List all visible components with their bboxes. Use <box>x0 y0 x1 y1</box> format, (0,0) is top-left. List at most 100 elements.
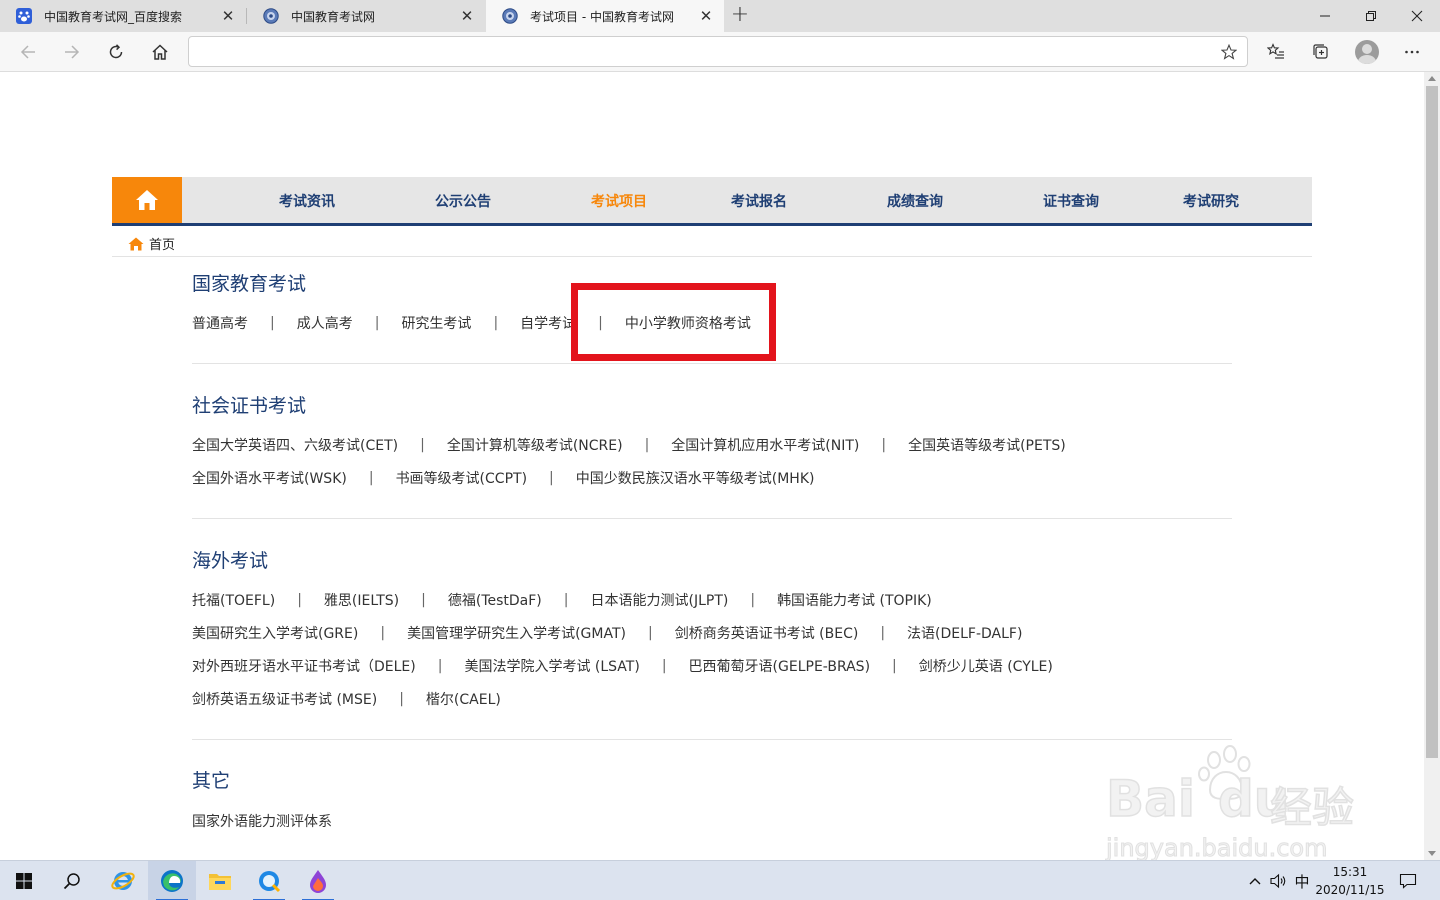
tab-exam-projects[interactable]: 考试项目 - 中国教育考试网 ✕ <box>486 0 724 32</box>
exam-link[interactable]: 书画等级考试(CCPT) <box>396 468 527 488</box>
close-tab-icon[interactable]: ✕ <box>220 8 236 24</box>
notification-center-icon[interactable] <box>1392 861 1424 900</box>
start-icon[interactable] <box>0 861 48 900</box>
add-favorite-star-icon[interactable] <box>1219 42 1239 62</box>
exam-link[interactable]: 日本语能力测试(JLPT) <box>590 590 728 610</box>
exam-link[interactable]: 美国管理学研究生入学考试(GMAT) <box>407 623 626 643</box>
edge-icon[interactable] <box>148 861 196 900</box>
tab-baidu-search[interactable]: 中国教育考试网_百度搜索 ✕ <box>0 0 246 32</box>
exam-link[interactable]: 全国计算机应用水平考试(NIT) <box>671 435 859 455</box>
collections-icon[interactable] <box>1305 36 1337 68</box>
link-separator: | <box>420 437 425 453</box>
close-tab-icon[interactable]: ✕ <box>698 8 714 24</box>
paint-drop-icon[interactable] <box>294 861 342 900</box>
exam-link[interactable]: 对外西班牙语水平证书考试（DELE) <box>192 656 416 676</box>
link-row: 剑桥英语五级证书考试 (MSE) | 楷尔(CAEL) <box>192 689 501 709</box>
new-tab-button[interactable]: + <box>728 4 752 28</box>
exam-link[interactable]: 剑桥英语五级证书考试 (MSE) <box>192 689 377 709</box>
breadcrumb-home-link[interactable]: 首页 <box>149 234 175 253</box>
nav-home-button[interactable] <box>112 177 182 223</box>
home-icon <box>136 190 158 210</box>
exam-link[interactable]: 全国外语水平考试(WSK) <box>192 468 347 488</box>
exam-link[interactable]: 研究生考试 <box>401 313 471 333</box>
link-row: 全国大学英语四、六级考试(CET) | 全国计算机等级考试(NCRE) | 全国… <box>192 435 1066 455</box>
watermark-brand-cn: 经验 <box>1269 782 1355 833</box>
nav-item-exam-registration[interactable]: 考试报名 <box>731 191 787 211</box>
tab-strip: 中国教育考试网_百度搜索 ✕ 中国教育考试网 ✕ 考试项目 - 中国教育考试网 … <box>0 0 1440 32</box>
exam-link[interactable]: 全国计算机等级考试(NCRE) <box>447 435 623 455</box>
tab-title: 中国教育考试网_百度搜索 <box>44 9 183 24</box>
watermark-brand: Bai <box>1105 769 1196 829</box>
restore-icon[interactable] <box>1348 0 1394 32</box>
exam-link[interactable]: 剑桥少儿英语 (CYLE) <box>919 656 1053 676</box>
close-window-icon[interactable] <box>1394 0 1440 32</box>
nav-item-certificate-query[interactable]: 证书查询 <box>1043 191 1099 211</box>
vertical-scrollbar[interactable] <box>1424 72 1440 860</box>
file-explorer-icon[interactable] <box>196 861 244 900</box>
profile-avatar[interactable] <box>1355 40 1379 64</box>
link-separator: | <box>270 315 275 331</box>
exam-link[interactable]: 法语(DELF-DALF) <box>907 623 1022 643</box>
refresh-icon[interactable] <box>100 36 132 68</box>
link-separator: | <box>399 691 404 707</box>
scroll-down-arrow-icon[interactable] <box>1428 851 1436 856</box>
section-divider <box>192 363 1232 364</box>
back-arrow-icon[interactable] <box>12 36 44 68</box>
scrollbar-thumb[interactable] <box>1426 86 1438 758</box>
address-input[interactable] <box>199 42 1199 62</box>
breadcrumb-divider <box>112 256 1312 257</box>
exam-link[interactable]: 全国英语等级考试(PETS) <box>908 435 1066 455</box>
exam-link[interactable]: 剑桥商务英语证书考试 (BEC) <box>675 623 859 643</box>
exam-link[interactable]: 韩国语能力考试 (TOPIK) <box>777 590 932 610</box>
link-row: 全国外语水平考试(WSK) | 书画等级考试(CCPT) | 中国少数民族汉语水… <box>192 468 814 488</box>
exam-link[interactable]: 自学考试 <box>520 313 576 333</box>
system-clock[interactable]: 15:31 2020/11/15 <box>1310 863 1390 899</box>
link-separator: | <box>647 625 653 641</box>
tray-chevron-up-icon[interactable] <box>1244 861 1266 900</box>
exam-link[interactable]: 美国法学院入学考试 (LSAT) <box>464 656 639 676</box>
link-separator: | <box>368 470 374 486</box>
exam-link[interactable]: 全国大学英语四、六级考试(CET) <box>192 435 398 455</box>
address-bar[interactable] <box>188 36 1248 67</box>
section-divider <box>192 518 1232 519</box>
clock-date: 2020/11/15 <box>1315 883 1385 897</box>
exam-link[interactable]: 德福(TestDaF) <box>448 590 542 610</box>
exam-link[interactable]: 中国少数民族汉语水平等级考试(MHK) <box>576 468 815 488</box>
exam-link[interactable]: 普通高考 <box>192 313 248 333</box>
link-separator: | <box>437 658 443 674</box>
exam-link[interactable]: 巴西葡萄牙语(GELPE-BRAS) <box>689 656 871 676</box>
exam-link[interactable]: 国家外语能力测评体系 <box>192 811 332 831</box>
exam-link[interactable]: 雅思(IELTS) <box>324 590 399 610</box>
ie-icon[interactable] <box>99 861 147 900</box>
breadcrumb-home-icon <box>128 237 144 251</box>
more-options-icon[interactable] <box>1396 36 1428 68</box>
search-icon[interactable] <box>48 861 96 900</box>
home-icon[interactable] <box>144 36 176 68</box>
link-separator: | <box>644 437 650 453</box>
nav-item-exam-research[interactable]: 考试研究 <box>1183 191 1239 211</box>
nav-item-exam-projects[interactable]: 考试项目 <box>591 191 647 211</box>
link-row: 美国研究生入学考试(GRE) | 美国管理学研究生入学考试(GMAT) | 剑桥… <box>192 623 1022 643</box>
clock-time: 15:31 <box>1332 865 1368 879</box>
exam-link[interactable]: 成人高考 <box>297 313 353 333</box>
scroll-up-arrow-icon[interactable] <box>1428 76 1436 81</box>
nav-item-score-query[interactable]: 成绩查询 <box>887 191 943 211</box>
minimize-icon[interactable] <box>1302 0 1348 32</box>
link-separator: | <box>750 592 756 608</box>
exam-link[interactable]: 楷尔(CAEL) <box>426 689 501 709</box>
close-tab-icon[interactable]: ✕ <box>459 8 475 24</box>
watermark-url: jingyan.baidu.com <box>1105 834 1328 861</box>
nav-item-exam-news[interactable]: 考试资讯 <box>279 191 335 211</box>
link-separator: | <box>880 625 886 641</box>
favorites-list-icon[interactable] <box>1260 36 1292 68</box>
nav-item-announcements[interactable]: 公示公告 <box>435 191 491 211</box>
exam-link[interactable]: 美国研究生入学考试(GRE) <box>192 623 358 643</box>
forward-arrow-icon[interactable] <box>56 36 88 68</box>
exam-link[interactable]: 托福(TOEFL) <box>192 590 275 610</box>
link-separator: | <box>421 592 426 608</box>
link-separator: | <box>297 592 302 608</box>
tab-neea-home[interactable]: 中国教育考试网 ✕ <box>247 0 485 32</box>
browser-app-icon[interactable] <box>245 861 293 900</box>
link-separator: | <box>549 470 554 486</box>
speaker-icon[interactable] <box>1268 861 1290 900</box>
